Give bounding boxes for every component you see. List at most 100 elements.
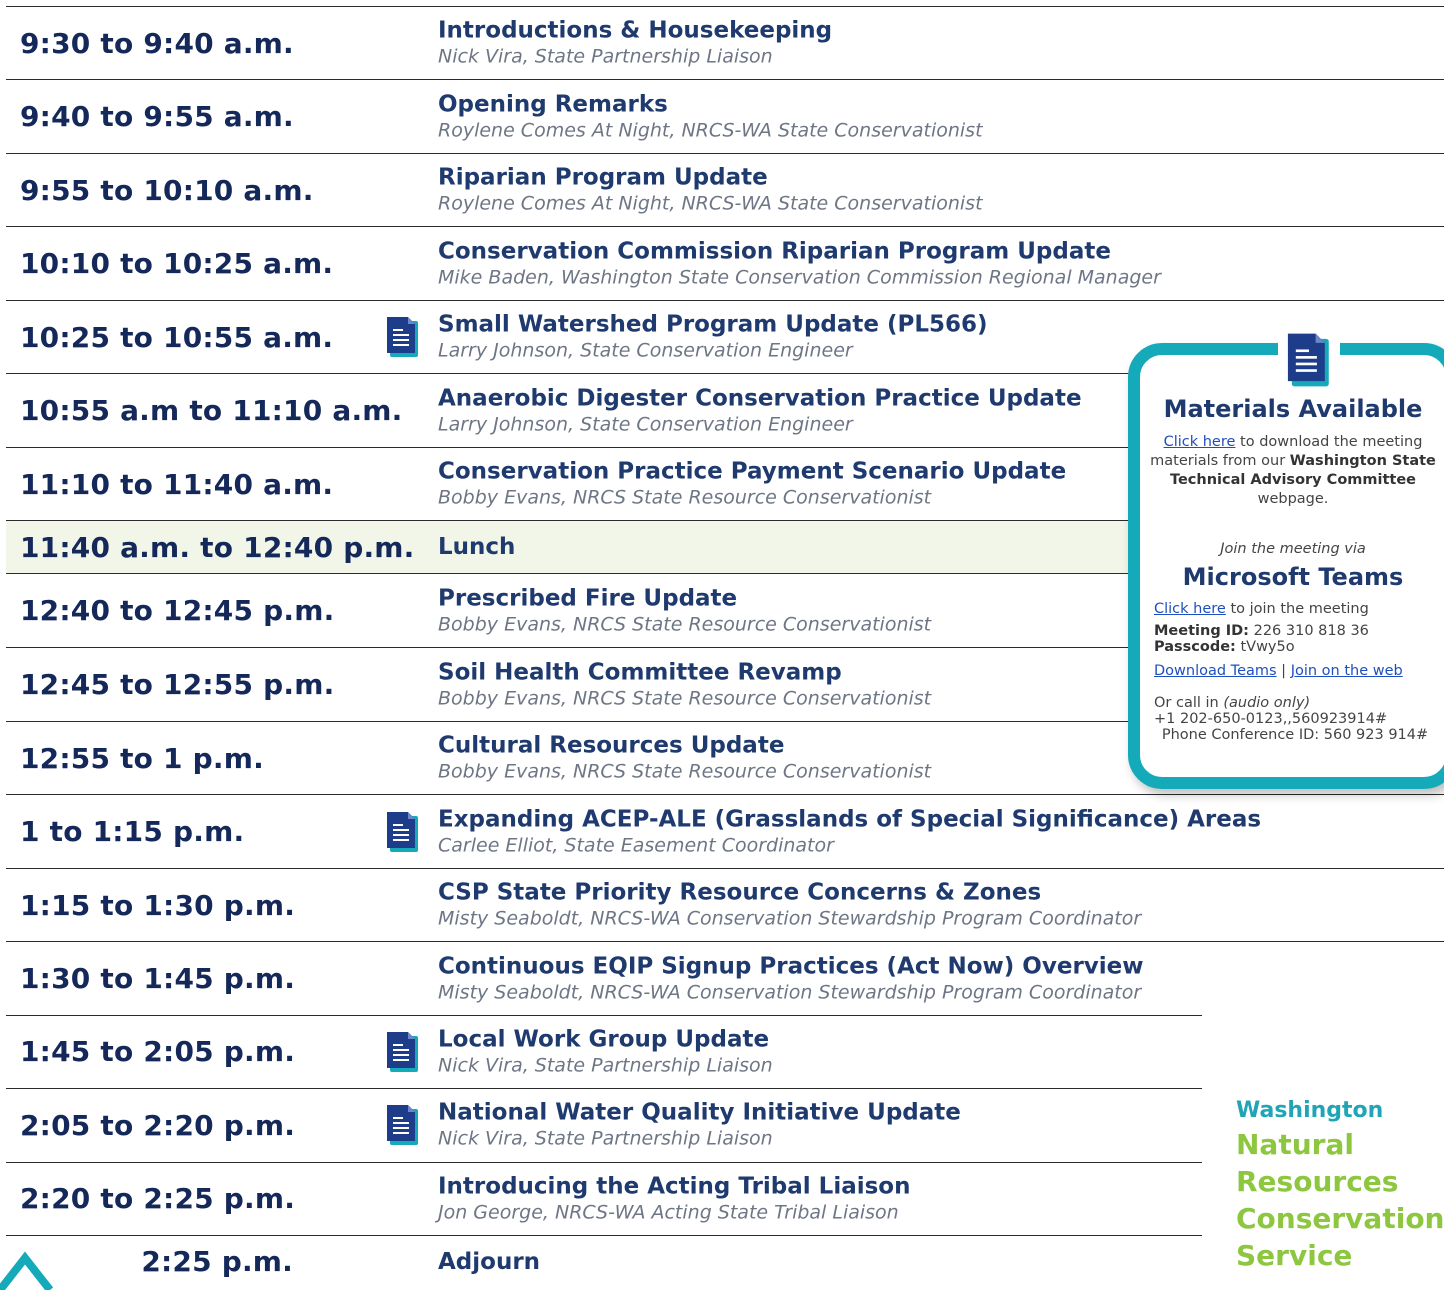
agenda-speaker: Bobby Evans, NRCS State Resource Conserv… — [438, 760, 932, 783]
agenda-title: Opening Remarks — [438, 91, 668, 117]
passcode-value: tVwy5o — [1235, 639, 1295, 655]
call-in-text: Or call in — [1154, 695, 1224, 711]
agenda-content: Cultural Resources Update Bobby Evans, NR… — [438, 732, 931, 785]
document-icon[interactable] — [386, 1030, 420, 1074]
agenda-time: 10:10 to 10:25 a.m. — [20, 247, 334, 280]
agenda-speaker: Bobby Evans, NRCS State Resource Conserv… — [438, 613, 932, 635]
agenda-content: Conservation Commission Riparian Program… — [438, 237, 1161, 290]
teams-heading: Microsoft Teams — [1182, 563, 1404, 591]
passcode: Passcode: tVwy5o — [1140, 639, 1444, 655]
agenda-speaker: Nick Vira, State Partnership Liaison — [438, 1127, 773, 1150]
agenda-content: Adjourn — [438, 1248, 540, 1276]
agenda-title: Conservation Commission Riparian Program… — [438, 238, 1111, 264]
agenda-speaker: Roylene Comes At Night, NRCS-WA State Co… — [438, 192, 983, 215]
chevron-up-icon — [0, 1251, 54, 1290]
agenda-title: Introducing the Acting Tribal Liaison — [438, 1173, 911, 1199]
call-in: Or call in (audio only) — [1140, 695, 1444, 711]
agenda-time: 1:45 to 2:05 p.m. — [20, 1035, 296, 1068]
agenda-speaker: Misty Seaboldt, NRCS-WA Conservation Ste… — [438, 907, 1142, 930]
agenda-time: 9:40 to 9:55 a.m. — [20, 100, 294, 133]
agenda-row: 9:55 to 10:10 a.m. Riparian Program Updat… — [6, 153, 1444, 226]
agenda-content: National Water Quality Initiative Update… — [438, 1099, 961, 1152]
agenda-title: Cultural Resources Update — [438, 732, 785, 759]
document-icon[interactable] — [386, 315, 420, 359]
agenda-title: Expanding ACEP-ALE (Grasslands of Specia… — [438, 806, 1262, 832]
agenda-row: 2:05 to 2:20 p.m. National Water Quality … — [6, 1088, 1444, 1162]
join-via-text: Join the meeting via — [1220, 541, 1366, 557]
agenda-content: Conservation Practice Payment Scenario U… — [438, 458, 1066, 511]
agenda-time: 12:45 to 12:55 p.m. — [20, 668, 335, 701]
document-icon[interactable] — [386, 810, 420, 854]
agenda-time: 2:05 to 2:20 p.m. — [20, 1108, 296, 1142]
agenda-content: Opening Remarks Roylene Comes At Night, N… — [438, 90, 983, 143]
agenda-row: 2:20 to 2:25 p.m. Introducing the Acting … — [6, 1162, 1444, 1235]
agenda-content: Lunch — [438, 533, 515, 561]
agenda-speaker: Roylene Comes At Night, NRCS-WA State Co… — [438, 119, 983, 141]
phone-number: +1 202-650-0123,,560923914# — [1154, 711, 1388, 727]
agenda-speaker: Nick Vira, State Partnership Liaison — [438, 1054, 773, 1076]
agenda-speaker: Larry Johnson, State Conservation Engine… — [438, 339, 853, 362]
agenda-speaker: Nick Vira, State Partnership Liaison — [438, 45, 773, 68]
logo-line-resources: Resources — [1236, 1165, 1399, 1198]
materials-description: Click here to download the meeting mater… — [1140, 433, 1444, 509]
agenda-content: Anaerobic Digester Conservation Practice… — [438, 384, 1082, 437]
materials-box: Materials Available Click here to downlo… — [1128, 331, 1444, 789]
join-meeting-link[interactable]: Click here — [1154, 601, 1226, 617]
agenda-title: Continuous EQIP Signup Practices (Act No… — [438, 953, 1144, 979]
logo-line-natural: Natural — [1236, 1128, 1354, 1161]
agenda-time: 9:30 to 9:40 a.m. — [20, 26, 294, 60]
materials-heading: Materials Available — [1163, 395, 1423, 423]
agenda-speaker: Carlee Elliot, State Easement Coordinato… — [438, 834, 834, 856]
audio-only-text: (audio only) — [1223, 695, 1311, 711]
document-icon[interactable] — [1278, 331, 1340, 389]
agenda-row: 1:45 to 2:05 p.m. Local Work Group Update… — [6, 1015, 1444, 1088]
download-materials-link[interactable]: Click here — [1164, 434, 1236, 450]
agenda-title: Lunch — [438, 534, 516, 560]
agenda-time: 2:20 to 2:25 p.m. — [20, 1182, 296, 1215]
agenda-row: 9:30 to 9:40 a.m. Introductions & Houseke… — [6, 6, 1444, 79]
agenda-title: Prescribed Fire Update — [438, 585, 738, 611]
agenda-content: Prescribed Fire Update Bobby Evans, NRCS … — [438, 584, 931, 637]
meeting-id-label: Meeting ID: — [1154, 623, 1249, 639]
agenda-title: National Water Quality Initiative Update — [438, 1099, 961, 1126]
agenda-row: 1 to 1:15 p.m. Expanding ACEP-ALE (Grassl… — [6, 794, 1444, 868]
teams-links: Download Teams | Join on the web — [1140, 663, 1444, 679]
agenda-speaker: Bobby Evans, NRCS State Resource Conserv… — [438, 486, 932, 509]
agenda-time: 11:40 a.m. to 12:40 p.m. — [20, 530, 415, 564]
agenda-title: CSP State Priority Resource Concerns & Z… — [438, 879, 1042, 906]
agenda-content: Riparian Program Update Roylene Comes At … — [438, 164, 983, 217]
nrcs-logo: Washington Natural Resources Conservatio… — [1236, 1096, 1444, 1274]
download-teams-link[interactable]: Download Teams — [1154, 663, 1277, 679]
agenda-content: Small Watershed Program Update (PL566) La… — [438, 311, 988, 364]
agenda-time: 12:55 to 1 p.m. — [20, 741, 264, 775]
agenda-content: Expanding ACEP-ALE (Grasslands of Specia… — [438, 805, 1261, 858]
agenda-row: 9:40 to 9:55 a.m. Opening Remarks Roylene … — [6, 79, 1444, 153]
agenda-time: 1 to 1:15 p.m. — [20, 815, 245, 848]
meeting-id-value: 226 310 818 36 — [1248, 623, 1369, 639]
agenda-title: Conservation Practice Payment Scenario U… — [438, 458, 1067, 485]
agenda-row: 2:25 p.m. Adjourn — [6, 1235, 1444, 1288]
agenda-speaker: Misty Seaboldt, NRCS-WA Conservation Ste… — [438, 981, 1142, 1003]
agenda-title: Anaerobic Digester Conservation Practice… — [438, 385, 1082, 411]
logo-line-conservation: Conservation — [1236, 1202, 1444, 1235]
link-separator: | — [1276, 663, 1291, 679]
agenda-speaker: Jon George, NRCS-WA Acting State Tribal … — [438, 1201, 899, 1223]
agenda-speaker: Bobby Evans, NRCS State Resource Conserv… — [438, 687, 932, 709]
meeting-id: Meeting ID: 226 310 818 36 — [1140, 623, 1444, 639]
document-icon[interactable] — [386, 1103, 420, 1147]
agenda-title: Riparian Program Update — [438, 164, 768, 191]
agenda-time: 11:10 to 11:40 a.m. — [20, 467, 334, 501]
logo-state: Washington — [1236, 1098, 1384, 1123]
agenda-row: 10:10 to 10:25 a.m. Conservation Commissi… — [6, 226, 1444, 300]
join-web-link[interactable]: Join on the web — [1291, 663, 1403, 679]
agenda-time: 12:40 to 12:45 p.m. — [20, 594, 335, 627]
agenda-content: Introductions & Housekeeping Nick Vira, S… — [438, 17, 832, 70]
agenda-time: 9:55 to 10:10 a.m. — [20, 173, 314, 207]
agenda-title: Adjourn — [438, 1248, 541, 1275]
agenda-time: 1:30 to 1:45 p.m. — [20, 962, 296, 995]
passcode-label: Passcode: — [1154, 639, 1236, 655]
agenda-content: Soil Health Committee Revamp Bobby Evans,… — [438, 658, 931, 711]
agenda-content: Continuous EQIP Signup Practices (Act No… — [438, 952, 1144, 1005]
agenda-time: 10:25 to 10:55 a.m. — [20, 320, 334, 354]
agenda-speaker: Mike Baden, Washington State Conservatio… — [438, 266, 1161, 288]
